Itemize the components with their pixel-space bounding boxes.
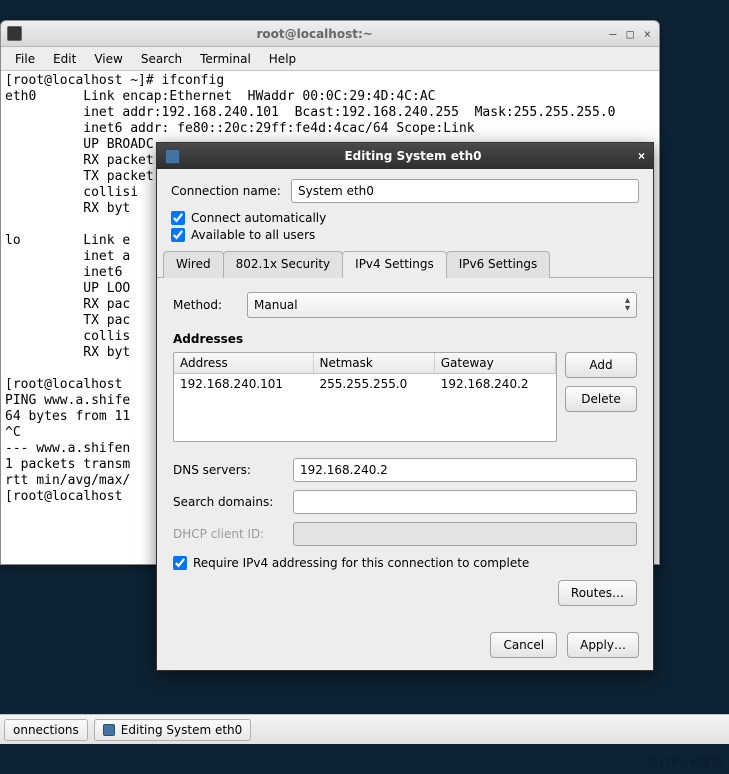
menu-file[interactable]: File (7, 50, 43, 68)
dialog-titlebar[interactable]: Editing System eth0 × (157, 143, 653, 169)
terminal-titlebar[interactable]: root@localhost:~ — □ × (1, 21, 659, 47)
connection-name-label: Connection name: (171, 184, 291, 198)
search-domains-row: Search domains: (173, 490, 637, 514)
method-label: Method: (173, 298, 233, 312)
taskbar-item-label: Editing System eth0 (121, 723, 243, 737)
editing-connection-dialog: Editing System eth0 × Connection name: C… (156, 142, 654, 671)
available-all-users-checkbox[interactable] (171, 228, 185, 242)
table-row[interactable]: 192.168.240.101 255.255.255.0 192.168.24… (174, 374, 556, 395)
available-all-users-row: Available to all users (171, 228, 639, 242)
method-combo[interactable]: Manual ▴▾ (247, 292, 637, 318)
menu-view[interactable]: View (86, 50, 130, 68)
network-icon (165, 149, 180, 164)
dialog-title: Editing System eth0 (188, 149, 638, 163)
maximize-button[interactable]: □ (627, 27, 634, 41)
dns-servers-row: DNS servers: (173, 458, 637, 482)
terminal-icon (7, 26, 22, 41)
available-all-users-label: Available to all users (191, 228, 315, 242)
watermark-text: ©ITPUB博客 (646, 753, 725, 770)
dialog-close-button[interactable]: × (638, 149, 645, 163)
dhcp-client-id-input (293, 522, 637, 546)
apply-button[interactable]: Apply… (567, 632, 639, 658)
taskbar-item-connections[interactable]: onnections (4, 719, 88, 741)
routes-button[interactable]: Routes… (558, 580, 637, 606)
require-ipv4-label: Require IPv4 addressing for this connect… (193, 556, 529, 570)
taskbar-item-label: onnections (13, 723, 79, 737)
settings-tabs: Wired 802.1x Security IPv4 Settings IPv6… (157, 250, 653, 278)
search-domains-label: Search domains: (173, 495, 293, 509)
connect-automatically-row: Connect automatically (171, 211, 639, 225)
terminal-menubar: File Edit View Search Terminal Help (1, 47, 659, 71)
routes-row: Routes… (173, 580, 637, 606)
connect-automatically-checkbox[interactable] (171, 211, 185, 225)
add-button[interactable]: Add (565, 352, 637, 378)
method-row: Method: Manual ▴▾ (173, 292, 637, 318)
cancel-button[interactable]: Cancel (490, 632, 557, 658)
connection-name-input[interactable] (291, 179, 639, 203)
method-value: Manual (254, 298, 298, 312)
window-buttons: — □ × (601, 27, 659, 41)
addresses-section: Addresses Address Netmask Gateway (173, 332, 637, 442)
dhcp-client-id-label: DHCP client ID: (173, 527, 293, 541)
tab-ipv4-settings[interactable]: IPv4 Settings (342, 251, 447, 278)
taskbar: onnections Editing System eth0 (0, 714, 729, 744)
require-ipv4-row: Require IPv4 addressing for this connect… (173, 556, 637, 570)
addresses-heading: Addresses (173, 332, 637, 346)
cell-address[interactable]: 192.168.240.101 (174, 374, 313, 395)
tab-8021x-security[interactable]: 802.1x Security (223, 251, 344, 278)
menu-search[interactable]: Search (133, 50, 190, 68)
connection-name-row: Connection name: (171, 179, 639, 203)
connect-automatically-label: Connect automatically (191, 211, 326, 225)
dialog-footer: Cancel Apply… (157, 622, 653, 670)
search-domains-input[interactable] (293, 490, 637, 514)
tab-ipv6-settings[interactable]: IPv6 Settings (446, 251, 551, 278)
col-address[interactable]: Address (174, 353, 313, 374)
addresses-header-row: Address Netmask Gateway (174, 353, 556, 374)
dns-servers-label: DNS servers: (173, 463, 293, 477)
ipv4-form-rows: DNS servers: Search domains: DHCP client… (173, 458, 637, 546)
col-gateway[interactable]: Gateway (434, 353, 555, 374)
dialog-body: Connection name: Connect automatically A… (157, 169, 653, 622)
addresses-buttons: Add Delete (565, 352, 637, 442)
close-button[interactable]: × (644, 27, 651, 41)
menu-help[interactable]: Help (261, 50, 304, 68)
menu-terminal[interactable]: Terminal (192, 50, 259, 68)
dns-servers-input[interactable] (293, 458, 637, 482)
chevron-updown-icon: ▴▾ (625, 297, 630, 313)
ipv4-settings-panel: Method: Manual ▴▾ Addresses Address Ne (171, 278, 639, 610)
menu-edit[interactable]: Edit (45, 50, 84, 68)
col-netmask[interactable]: Netmask (313, 353, 434, 374)
network-icon (103, 724, 115, 736)
taskbar-item-editing-eth0[interactable]: Editing System eth0 (94, 719, 252, 741)
cell-netmask[interactable]: 255.255.255.0 (313, 374, 434, 395)
dhcp-client-id-row: DHCP client ID: (173, 522, 637, 546)
delete-button[interactable]: Delete (565, 386, 637, 412)
cell-gateway[interactable]: 192.168.240.2 (434, 374, 555, 395)
addresses-table[interactable]: Address Netmask Gateway 192.168.240.101 … (173, 352, 557, 442)
tab-wired[interactable]: Wired (163, 251, 224, 278)
require-ipv4-checkbox[interactable] (173, 556, 187, 570)
terminal-title: root@localhost:~ (28, 27, 601, 41)
minimize-button[interactable]: — (609, 27, 616, 41)
